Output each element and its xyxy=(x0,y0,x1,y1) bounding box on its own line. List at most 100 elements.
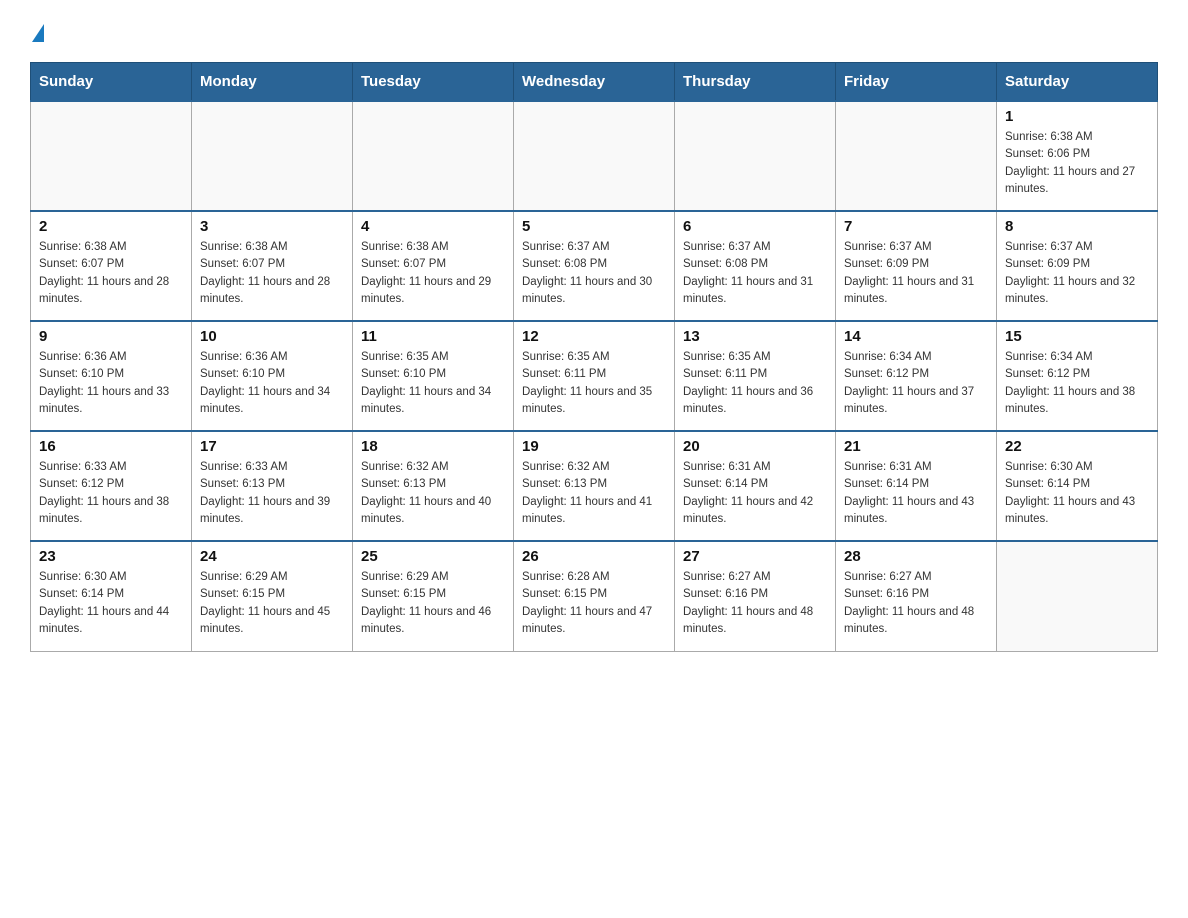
day-info: Sunrise: 6:38 AMSunset: 6:07 PMDaylight:… xyxy=(39,239,183,308)
day-info: Sunrise: 6:34 AMSunset: 6:12 PMDaylight:… xyxy=(844,349,988,418)
calendar-cell: 21 Sunrise: 6:31 AMSunset: 6:14 PMDayligh… xyxy=(836,431,997,541)
calendar-cell: 8 Sunrise: 6:37 AMSunset: 6:09 PMDaylight… xyxy=(997,211,1158,321)
day-info: Sunrise: 6:36 AMSunset: 6:10 PMDaylight:… xyxy=(39,349,183,418)
day-number: 8 xyxy=(1005,218,1149,235)
day-info: Sunrise: 6:37 AMSunset: 6:09 PMDaylight:… xyxy=(1005,239,1149,308)
day-info: Sunrise: 6:37 AMSunset: 6:08 PMDaylight:… xyxy=(522,239,666,308)
weekday-header-thursday: Thursday xyxy=(675,63,836,102)
calendar-cell: 14 Sunrise: 6:34 AMSunset: 6:12 PMDayligh… xyxy=(836,321,997,431)
day-info: Sunrise: 6:33 AMSunset: 6:13 PMDaylight:… xyxy=(200,459,344,528)
calendar-cell: 10 Sunrise: 6:36 AMSunset: 6:10 PMDayligh… xyxy=(192,321,353,431)
calendar-cell: 20Sunrise: 6:31 AMSunset: 6:14 PMDayligh… xyxy=(675,431,836,541)
day-info: Sunrise: 6:33 AMSunset: 6:12 PMDaylight:… xyxy=(39,459,183,528)
day-number: 26 xyxy=(522,548,666,565)
day-number: 24 xyxy=(200,548,344,565)
weekday-header-friday: Friday xyxy=(836,63,997,102)
calendar-table: SundayMondayTuesdayWednesdayThursdayFrid… xyxy=(30,62,1158,652)
day-number: 23 xyxy=(39,548,183,565)
calendar-cell: 4 Sunrise: 6:38 AMSunset: 6:07 PMDaylight… xyxy=(353,211,514,321)
day-info: Sunrise: 6:36 AMSunset: 6:10 PMDaylight:… xyxy=(200,349,344,418)
day-info: Sunrise: 6:29 AMSunset: 6:15 PMDaylight:… xyxy=(361,569,505,638)
calendar-cell: 9 Sunrise: 6:36 AMSunset: 6:10 PMDaylight… xyxy=(31,321,192,431)
calendar-cell: 3 Sunrise: 6:38 AMSunset: 6:07 PMDaylight… xyxy=(192,211,353,321)
calendar-week-row: 16 Sunrise: 6:33 AMSunset: 6:12 PMDayligh… xyxy=(31,431,1158,541)
day-info: Sunrise: 6:32 AMSunset: 6:13 PMDaylight:… xyxy=(361,459,505,528)
day-info: Sunrise: 6:31 AMSunset: 6:14 PMDaylight:… xyxy=(844,459,988,528)
day-number: 9 xyxy=(39,328,183,345)
calendar-week-row: 2 Sunrise: 6:38 AMSunset: 6:07 PMDaylight… xyxy=(31,211,1158,321)
day-info: Sunrise: 6:38 AMSunset: 6:07 PMDaylight:… xyxy=(200,239,344,308)
day-number: 10 xyxy=(200,328,344,345)
weekday-header-monday: Monday xyxy=(192,63,353,102)
day-number: 12 xyxy=(522,328,666,345)
day-number: 7 xyxy=(844,218,988,235)
weekday-header-sunday: Sunday xyxy=(31,63,192,102)
calendar-cell: 23 Sunrise: 6:30 AMSunset: 6:14 PMDayligh… xyxy=(31,541,192,651)
weekday-header-tuesday: Tuesday xyxy=(353,63,514,102)
day-number: 13 xyxy=(683,328,827,345)
day-info: Sunrise: 6:37 AMSunset: 6:09 PMDaylight:… xyxy=(844,239,988,308)
calendar-cell xyxy=(192,101,353,211)
day-number: 2 xyxy=(39,218,183,235)
calendar-cell: 12Sunrise: 6:35 AMSunset: 6:11 PMDayligh… xyxy=(514,321,675,431)
day-info: Sunrise: 6:38 AMSunset: 6:06 PMDaylight:… xyxy=(1005,129,1149,198)
calendar-cell: 6Sunrise: 6:37 AMSunset: 6:08 PMDaylight… xyxy=(675,211,836,321)
calendar-cell: 7 Sunrise: 6:37 AMSunset: 6:09 PMDaylight… xyxy=(836,211,997,321)
calendar-cell: 26Sunrise: 6:28 AMSunset: 6:15 PMDayligh… xyxy=(514,541,675,651)
day-number: 22 xyxy=(1005,438,1149,455)
calendar-cell xyxy=(675,101,836,211)
calendar-cell: 28 Sunrise: 6:27 AMSunset: 6:16 PMDayligh… xyxy=(836,541,997,651)
day-info: Sunrise: 6:38 AMSunset: 6:07 PMDaylight:… xyxy=(361,239,505,308)
day-info: Sunrise: 6:37 AMSunset: 6:08 PMDaylight:… xyxy=(683,239,827,308)
calendar-cell: 18Sunrise: 6:32 AMSunset: 6:13 PMDayligh… xyxy=(353,431,514,541)
day-number: 3 xyxy=(200,218,344,235)
calendar-cell xyxy=(31,101,192,211)
page-header xyxy=(30,20,1158,42)
day-number: 25 xyxy=(361,548,505,565)
calendar-cell: 1 Sunrise: 6:38 AMSunset: 6:06 PMDaylight… xyxy=(997,101,1158,211)
calendar-week-row: 9 Sunrise: 6:36 AMSunset: 6:10 PMDaylight… xyxy=(31,321,1158,431)
day-number: 11 xyxy=(361,328,505,345)
calendar-cell: 11 Sunrise: 6:35 AMSunset: 6:10 PMDayligh… xyxy=(353,321,514,431)
calendar-week-row: 1 Sunrise: 6:38 AMSunset: 6:06 PMDaylight… xyxy=(31,101,1158,211)
day-number: 20 xyxy=(683,438,827,455)
calendar-cell: 27 Sunrise: 6:27 AMSunset: 6:16 PMDayligh… xyxy=(675,541,836,651)
weekday-header-saturday: Saturday xyxy=(997,63,1158,102)
day-number: 14 xyxy=(844,328,988,345)
calendar-cell xyxy=(514,101,675,211)
logo-triangle-icon xyxy=(32,24,44,42)
day-number: 4 xyxy=(361,218,505,235)
day-info: Sunrise: 6:32 AMSunset: 6:13 PMDaylight:… xyxy=(522,459,666,528)
day-number: 19 xyxy=(522,438,666,455)
day-info: Sunrise: 6:30 AMSunset: 6:14 PMDaylight:… xyxy=(39,569,183,638)
calendar-cell: 5 Sunrise: 6:37 AMSunset: 6:08 PMDaylight… xyxy=(514,211,675,321)
day-info: Sunrise: 6:35 AMSunset: 6:10 PMDaylight:… xyxy=(361,349,505,418)
day-number: 5 xyxy=(522,218,666,235)
calendar-header-row: SundayMondayTuesdayWednesdayThursdayFrid… xyxy=(31,63,1158,102)
calendar-cell: 19 Sunrise: 6:32 AMSunset: 6:13 PMDayligh… xyxy=(514,431,675,541)
calendar-cell: 25 Sunrise: 6:29 AMSunset: 6:15 PMDayligh… xyxy=(353,541,514,651)
day-number: 1 xyxy=(1005,108,1149,125)
calendar-cell: 2 Sunrise: 6:38 AMSunset: 6:07 PMDaylight… xyxy=(31,211,192,321)
day-number: 17 xyxy=(200,438,344,455)
calendar-cell: 13Sunrise: 6:35 AMSunset: 6:11 PMDayligh… xyxy=(675,321,836,431)
day-info: Sunrise: 6:29 AMSunset: 6:15 PMDaylight:… xyxy=(200,569,344,638)
day-info: Sunrise: 6:27 AMSunset: 6:16 PMDaylight:… xyxy=(844,569,988,638)
calendar-cell: 17 Sunrise: 6:33 AMSunset: 6:13 PMDayligh… xyxy=(192,431,353,541)
day-number: 21 xyxy=(844,438,988,455)
calendar-cell: 22 Sunrise: 6:30 AMSunset: 6:14 PMDayligh… xyxy=(997,431,1158,541)
day-number: 16 xyxy=(39,438,183,455)
day-info: Sunrise: 6:34 AMSunset: 6:12 PMDaylight:… xyxy=(1005,349,1149,418)
calendar-cell: 15Sunrise: 6:34 AMSunset: 6:12 PMDayligh… xyxy=(997,321,1158,431)
day-info: Sunrise: 6:27 AMSunset: 6:16 PMDaylight:… xyxy=(683,569,827,638)
calendar-week-row: 23 Sunrise: 6:30 AMSunset: 6:14 PMDayligh… xyxy=(31,541,1158,651)
day-number: 28 xyxy=(844,548,988,565)
calendar-cell xyxy=(836,101,997,211)
calendar-cell: 24 Sunrise: 6:29 AMSunset: 6:15 PMDayligh… xyxy=(192,541,353,651)
day-info: Sunrise: 6:30 AMSunset: 6:14 PMDaylight:… xyxy=(1005,459,1149,528)
calendar-cell: 16 Sunrise: 6:33 AMSunset: 6:12 PMDayligh… xyxy=(31,431,192,541)
weekday-header-wednesday: Wednesday xyxy=(514,63,675,102)
calendar-cell xyxy=(353,101,514,211)
day-number: 27 xyxy=(683,548,827,565)
calendar-cell xyxy=(997,541,1158,651)
